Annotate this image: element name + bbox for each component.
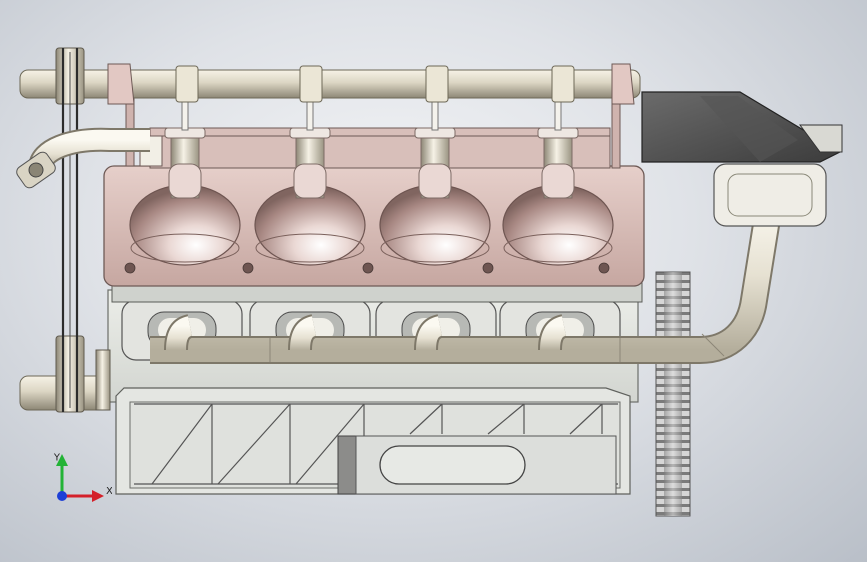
x-axis-arrow bbox=[62, 490, 104, 502]
coordinate-triad: Y X bbox=[53, 452, 112, 502]
timing-belt bbox=[55, 47, 111, 413]
flywheel-gear bbox=[655, 271, 691, 517]
air-box bbox=[641, 91, 843, 227]
engine-model[interactable] bbox=[0, 0, 867, 562]
y-axis-label: Y bbox=[53, 452, 61, 463]
camshaft bbox=[19, 63, 641, 105]
graphics-viewport[interactable]: Y X bbox=[0, 0, 867, 562]
x-axis-label: X bbox=[106, 486, 112, 497]
z-axis-dot bbox=[57, 491, 67, 501]
